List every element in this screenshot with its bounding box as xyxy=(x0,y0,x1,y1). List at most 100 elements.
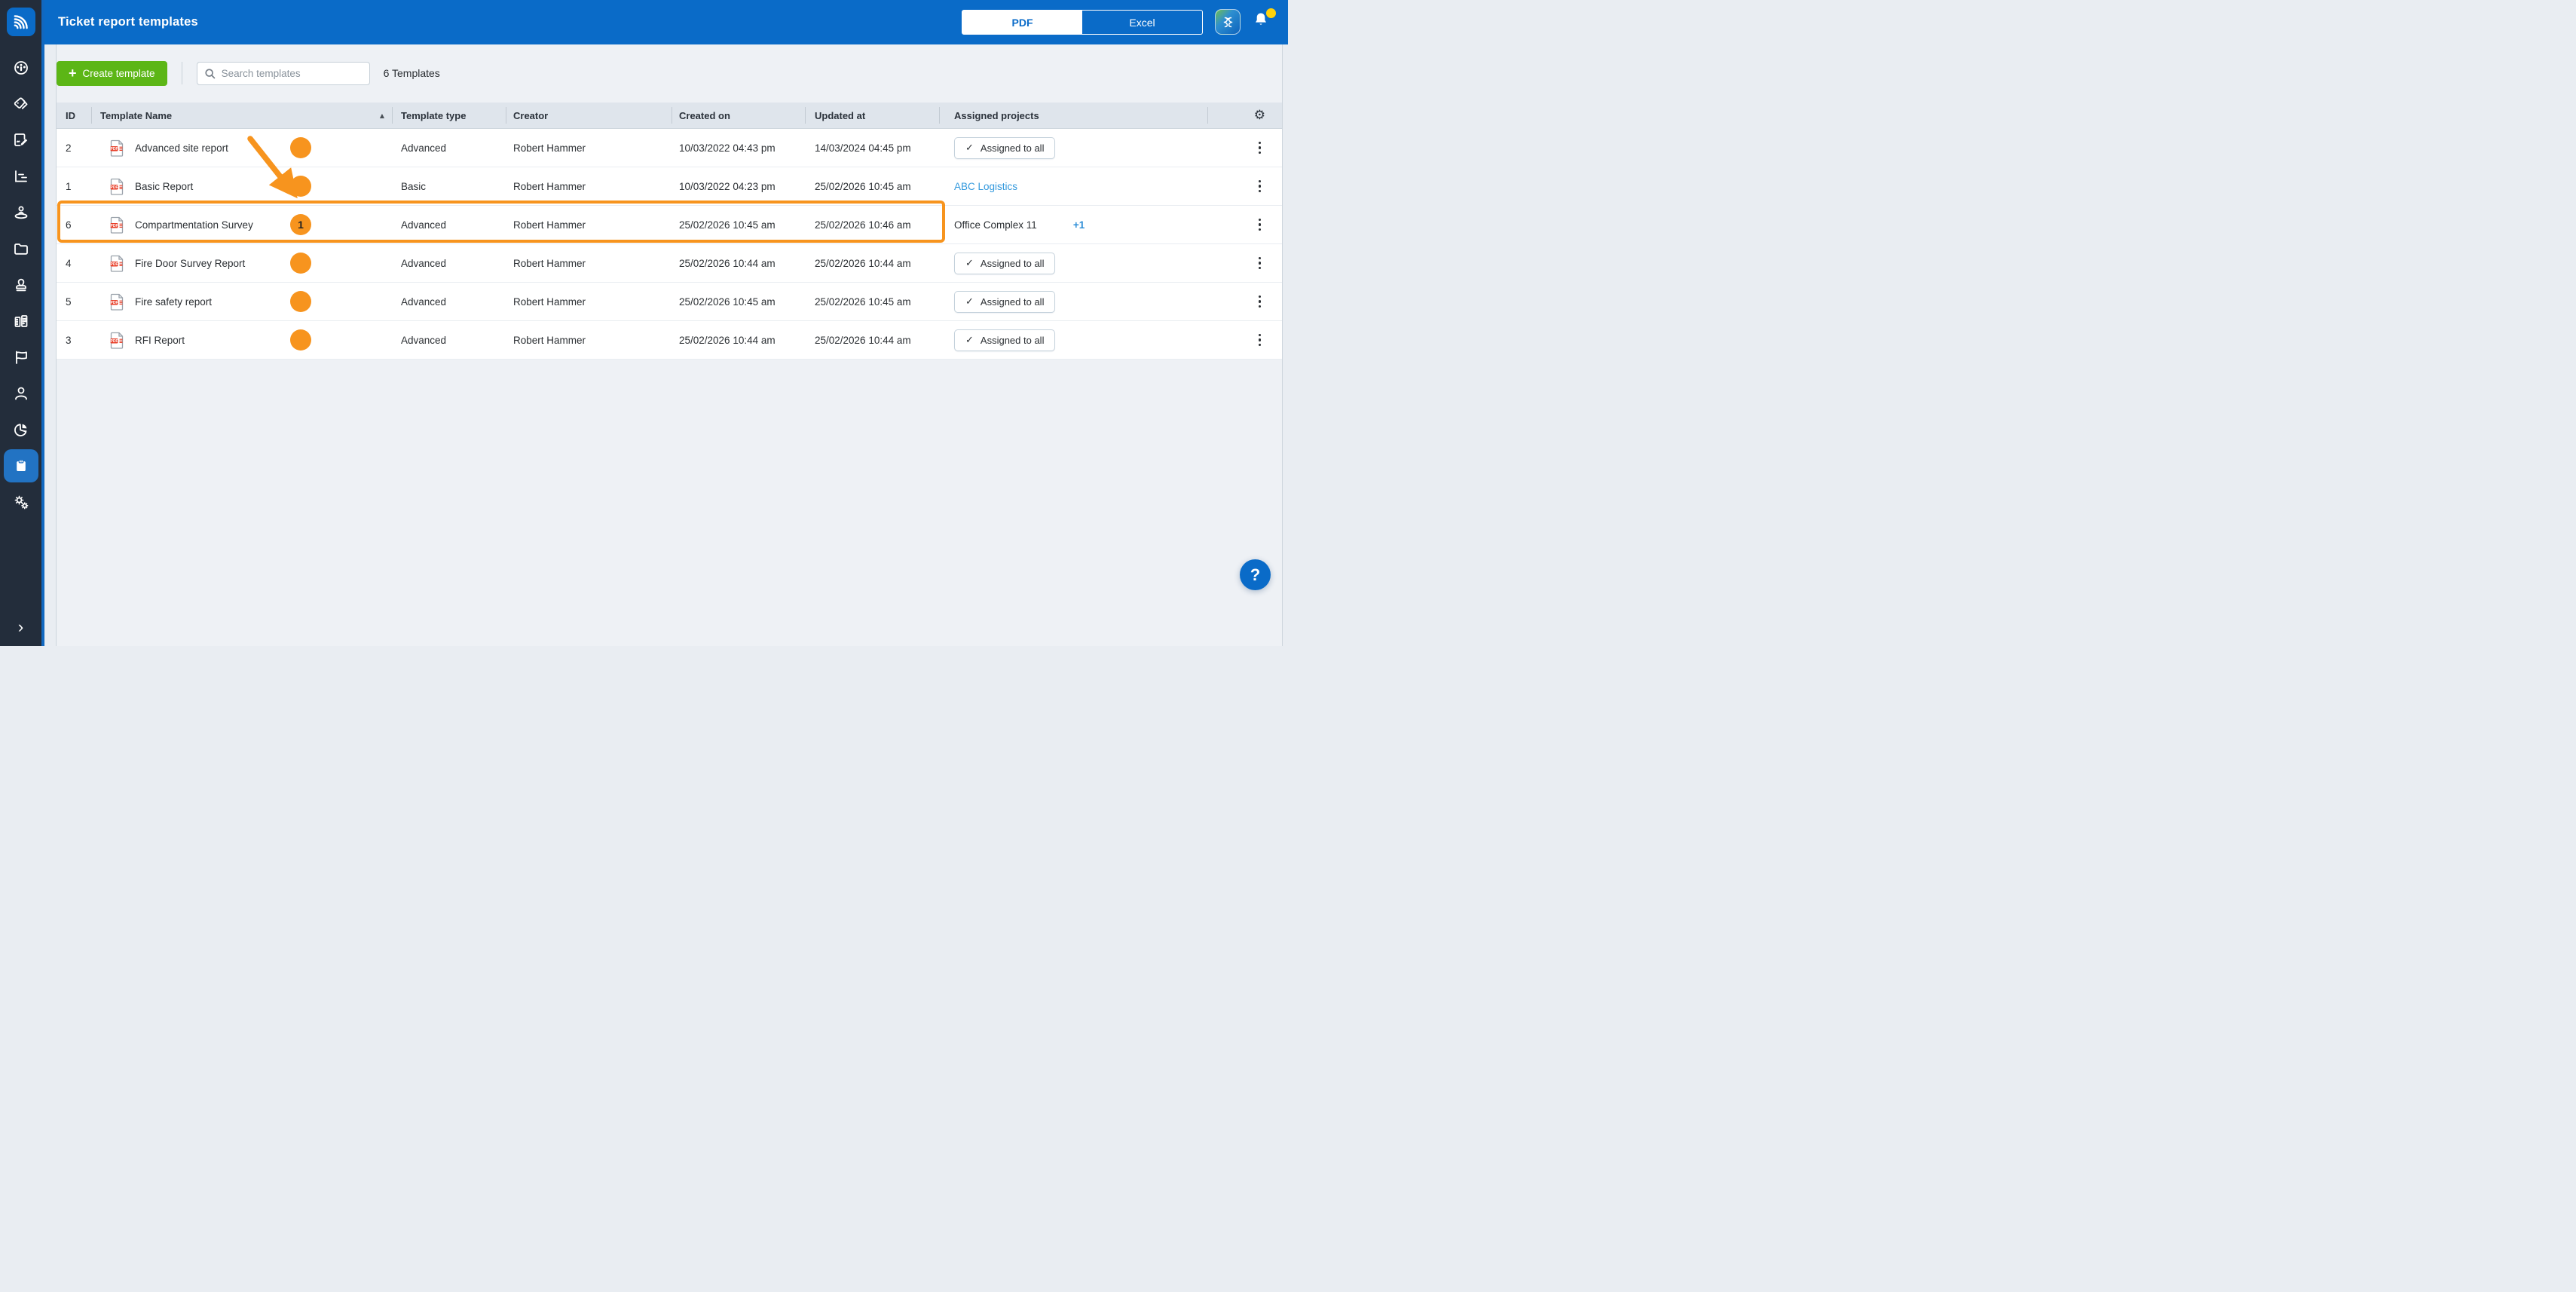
cell-template-type: Advanced xyxy=(392,206,506,243)
toggle-option-pdf[interactable]: PDF xyxy=(962,11,1082,34)
row-menu-kebab-icon[interactable] xyxy=(1254,291,1266,313)
format-toggle: PDF Excel xyxy=(962,10,1203,35)
cell-updated-at: 25/02/2026 10:46 am xyxy=(805,206,939,243)
row-menu-kebab-icon[interactable] xyxy=(1254,329,1266,351)
table-row[interactable]: 2 PDF Advanced site report Advanced Robe… xyxy=(57,129,1282,167)
ticket-edit-icon xyxy=(12,131,30,149)
search-input[interactable] xyxy=(197,62,370,85)
cell-template-type: Advanced xyxy=(392,129,506,167)
annotation-step-badge xyxy=(290,176,311,197)
svg-text:PDF: PDF xyxy=(111,339,118,344)
sidebar-item-settings[interactable] xyxy=(3,484,39,520)
apps-button[interactable] xyxy=(1215,9,1241,35)
column-header-updated-at[interactable]: Updated at xyxy=(805,103,939,128)
cell-id: 2 xyxy=(57,129,91,167)
help-button[interactable]: ? xyxy=(1240,559,1271,590)
swirl-logo-icon xyxy=(11,11,32,32)
cell-created-on: 25/02/2026 10:44 am xyxy=(672,321,805,359)
cell-updated-at: 25/02/2026 10:44 am xyxy=(805,321,939,359)
sidebar-item-documents[interactable] xyxy=(3,231,39,267)
row-menu-kebab-icon[interactable] xyxy=(1254,253,1266,274)
cell-assigned-projects: ✓Assigned to all xyxy=(939,129,1207,167)
cell-template-name: PDF Fire Door Survey Report xyxy=(91,244,392,282)
cell-id: 4 xyxy=(57,244,91,282)
table-row[interactable]: 5 PDF Fire safety report Advanced Robert… xyxy=(57,283,1282,321)
toolbar: + Create template 6 Templates xyxy=(57,57,440,90)
cell-updated-at: 25/02/2026 10:44 am xyxy=(805,244,939,282)
sidebar-item-stamp[interactable] xyxy=(3,267,39,303)
tags-icon xyxy=(12,95,30,113)
cell-template-name: PDF Basic Report xyxy=(91,167,392,205)
sidebar-item-statistics[interactable] xyxy=(3,158,39,194)
top-bar: Ticket report templates PDF Excel xyxy=(41,0,1288,44)
column-header-template-name[interactable]: Template Name ▲ xyxy=(91,103,392,128)
table-row[interactable]: 6 PDF Compartmentation Survey 1 Advanced… xyxy=(57,206,1282,244)
check-icon: ✓ xyxy=(965,142,974,154)
assigned-to-all-button[interactable]: ✓Assigned to all xyxy=(954,137,1055,159)
cell-template-type: Advanced xyxy=(392,283,506,320)
sidebar: › xyxy=(0,0,41,646)
svg-text:PDF: PDF xyxy=(111,301,118,305)
cell-updated-at: 25/02/2026 10:45 am xyxy=(805,283,939,320)
column-header-creator[interactable]: Creator xyxy=(506,103,672,128)
check-icon: ✓ xyxy=(965,258,974,269)
cell-assigned-projects: ✓Assigned to all xyxy=(939,244,1207,282)
cell-template-name: PDF Advanced site report xyxy=(91,129,392,167)
sidebar-item-site-presence[interactable] xyxy=(3,194,39,231)
sidebar-item-company[interactable] xyxy=(3,303,39,339)
cell-assigned-projects: ✓Assigned to all xyxy=(939,321,1207,359)
svg-text:PDF: PDF xyxy=(111,262,118,267)
assigned-to-all-button[interactable]: ✓Assigned to all xyxy=(954,253,1055,274)
sidebar-item-dashboard[interactable] xyxy=(3,50,39,86)
pdf-file-icon: PDF xyxy=(110,293,124,311)
column-settings-gear-icon[interactable]: ⚙ xyxy=(1254,109,1265,122)
cell-creator: Robert Hammer xyxy=(506,167,672,205)
statistics-icon xyxy=(12,167,30,185)
row-menu-kebab-icon[interactable] xyxy=(1254,214,1266,236)
annotation-step-badge xyxy=(290,253,311,274)
assigned-project-link[interactable]: ABC Logistics xyxy=(954,181,1017,192)
create-template-button[interactable]: + Create template xyxy=(57,61,167,86)
column-header-template-type[interactable]: Template type xyxy=(392,103,506,128)
assigned-to-all-button[interactable]: ✓Assigned to all xyxy=(954,291,1055,313)
pdf-file-icon: PDF xyxy=(110,139,124,157)
cell-creator: Robert Hammer xyxy=(506,129,672,167)
annotation-step-badge xyxy=(290,137,311,158)
person-pin-icon xyxy=(12,204,30,222)
sidebar-item-tickets[interactable] xyxy=(3,122,39,158)
annotation-step-badge xyxy=(290,329,311,351)
notification-badge-dot xyxy=(1266,8,1276,18)
row-menu-kebab-icon[interactable] xyxy=(1254,176,1266,197)
pdf-file-icon: PDF xyxy=(110,255,124,272)
cell-id: 1 xyxy=(57,167,91,205)
cell-created-on: 25/02/2026 10:44 am xyxy=(672,244,805,282)
table-row[interactable]: 4 PDF Fire Door Survey Report Advanced R… xyxy=(57,244,1282,283)
notifications-button[interactable] xyxy=(1252,11,1274,35)
app-logo[interactable] xyxy=(7,8,35,36)
sidebar-item-users[interactable] xyxy=(3,375,39,412)
column-header-assigned-projects[interactable]: Assigned projects xyxy=(939,103,1207,128)
sidebar-nav xyxy=(0,50,41,520)
table-row[interactable]: 1 PDF Basic Report Basic Robert Hammer 1… xyxy=(57,167,1282,206)
table-row[interactable]: 3 PDF RFI Report Advanced Robert Hammer … xyxy=(57,321,1282,360)
sidebar-item-analytics[interactable] xyxy=(3,412,39,448)
sidebar-item-report-templates[interactable] xyxy=(4,449,38,482)
more-projects-link[interactable]: +1 xyxy=(1073,219,1085,231)
cell-created-on: 10/03/2022 04:23 pm xyxy=(672,167,805,205)
sort-ascending-icon: ▲ xyxy=(380,112,384,119)
sidebar-item-tags[interactable] xyxy=(3,86,39,122)
user-icon xyxy=(12,384,30,403)
column-header-created-on[interactable]: Created on xyxy=(672,103,805,128)
table-header: ID Template Name ▲ Template type Creator… xyxy=(57,103,1282,129)
cell-creator: Robert Hammer xyxy=(506,244,672,282)
sidebar-item-flags[interactable] xyxy=(3,339,39,375)
pdf-file-icon: PDF xyxy=(110,332,124,349)
toggle-option-excel[interactable]: Excel xyxy=(1082,11,1202,34)
plus-icon: + xyxy=(69,66,77,80)
column-header-id[interactable]: ID xyxy=(57,103,91,128)
assigned-to-all-button[interactable]: ✓Assigned to all xyxy=(954,329,1055,351)
settings-gears-icon xyxy=(12,493,30,511)
cell-updated-at: 14/03/2024 04:45 pm xyxy=(805,129,939,167)
row-menu-kebab-icon[interactable] xyxy=(1254,137,1266,159)
sidebar-expand-chevron[interactable]: › xyxy=(0,619,41,635)
